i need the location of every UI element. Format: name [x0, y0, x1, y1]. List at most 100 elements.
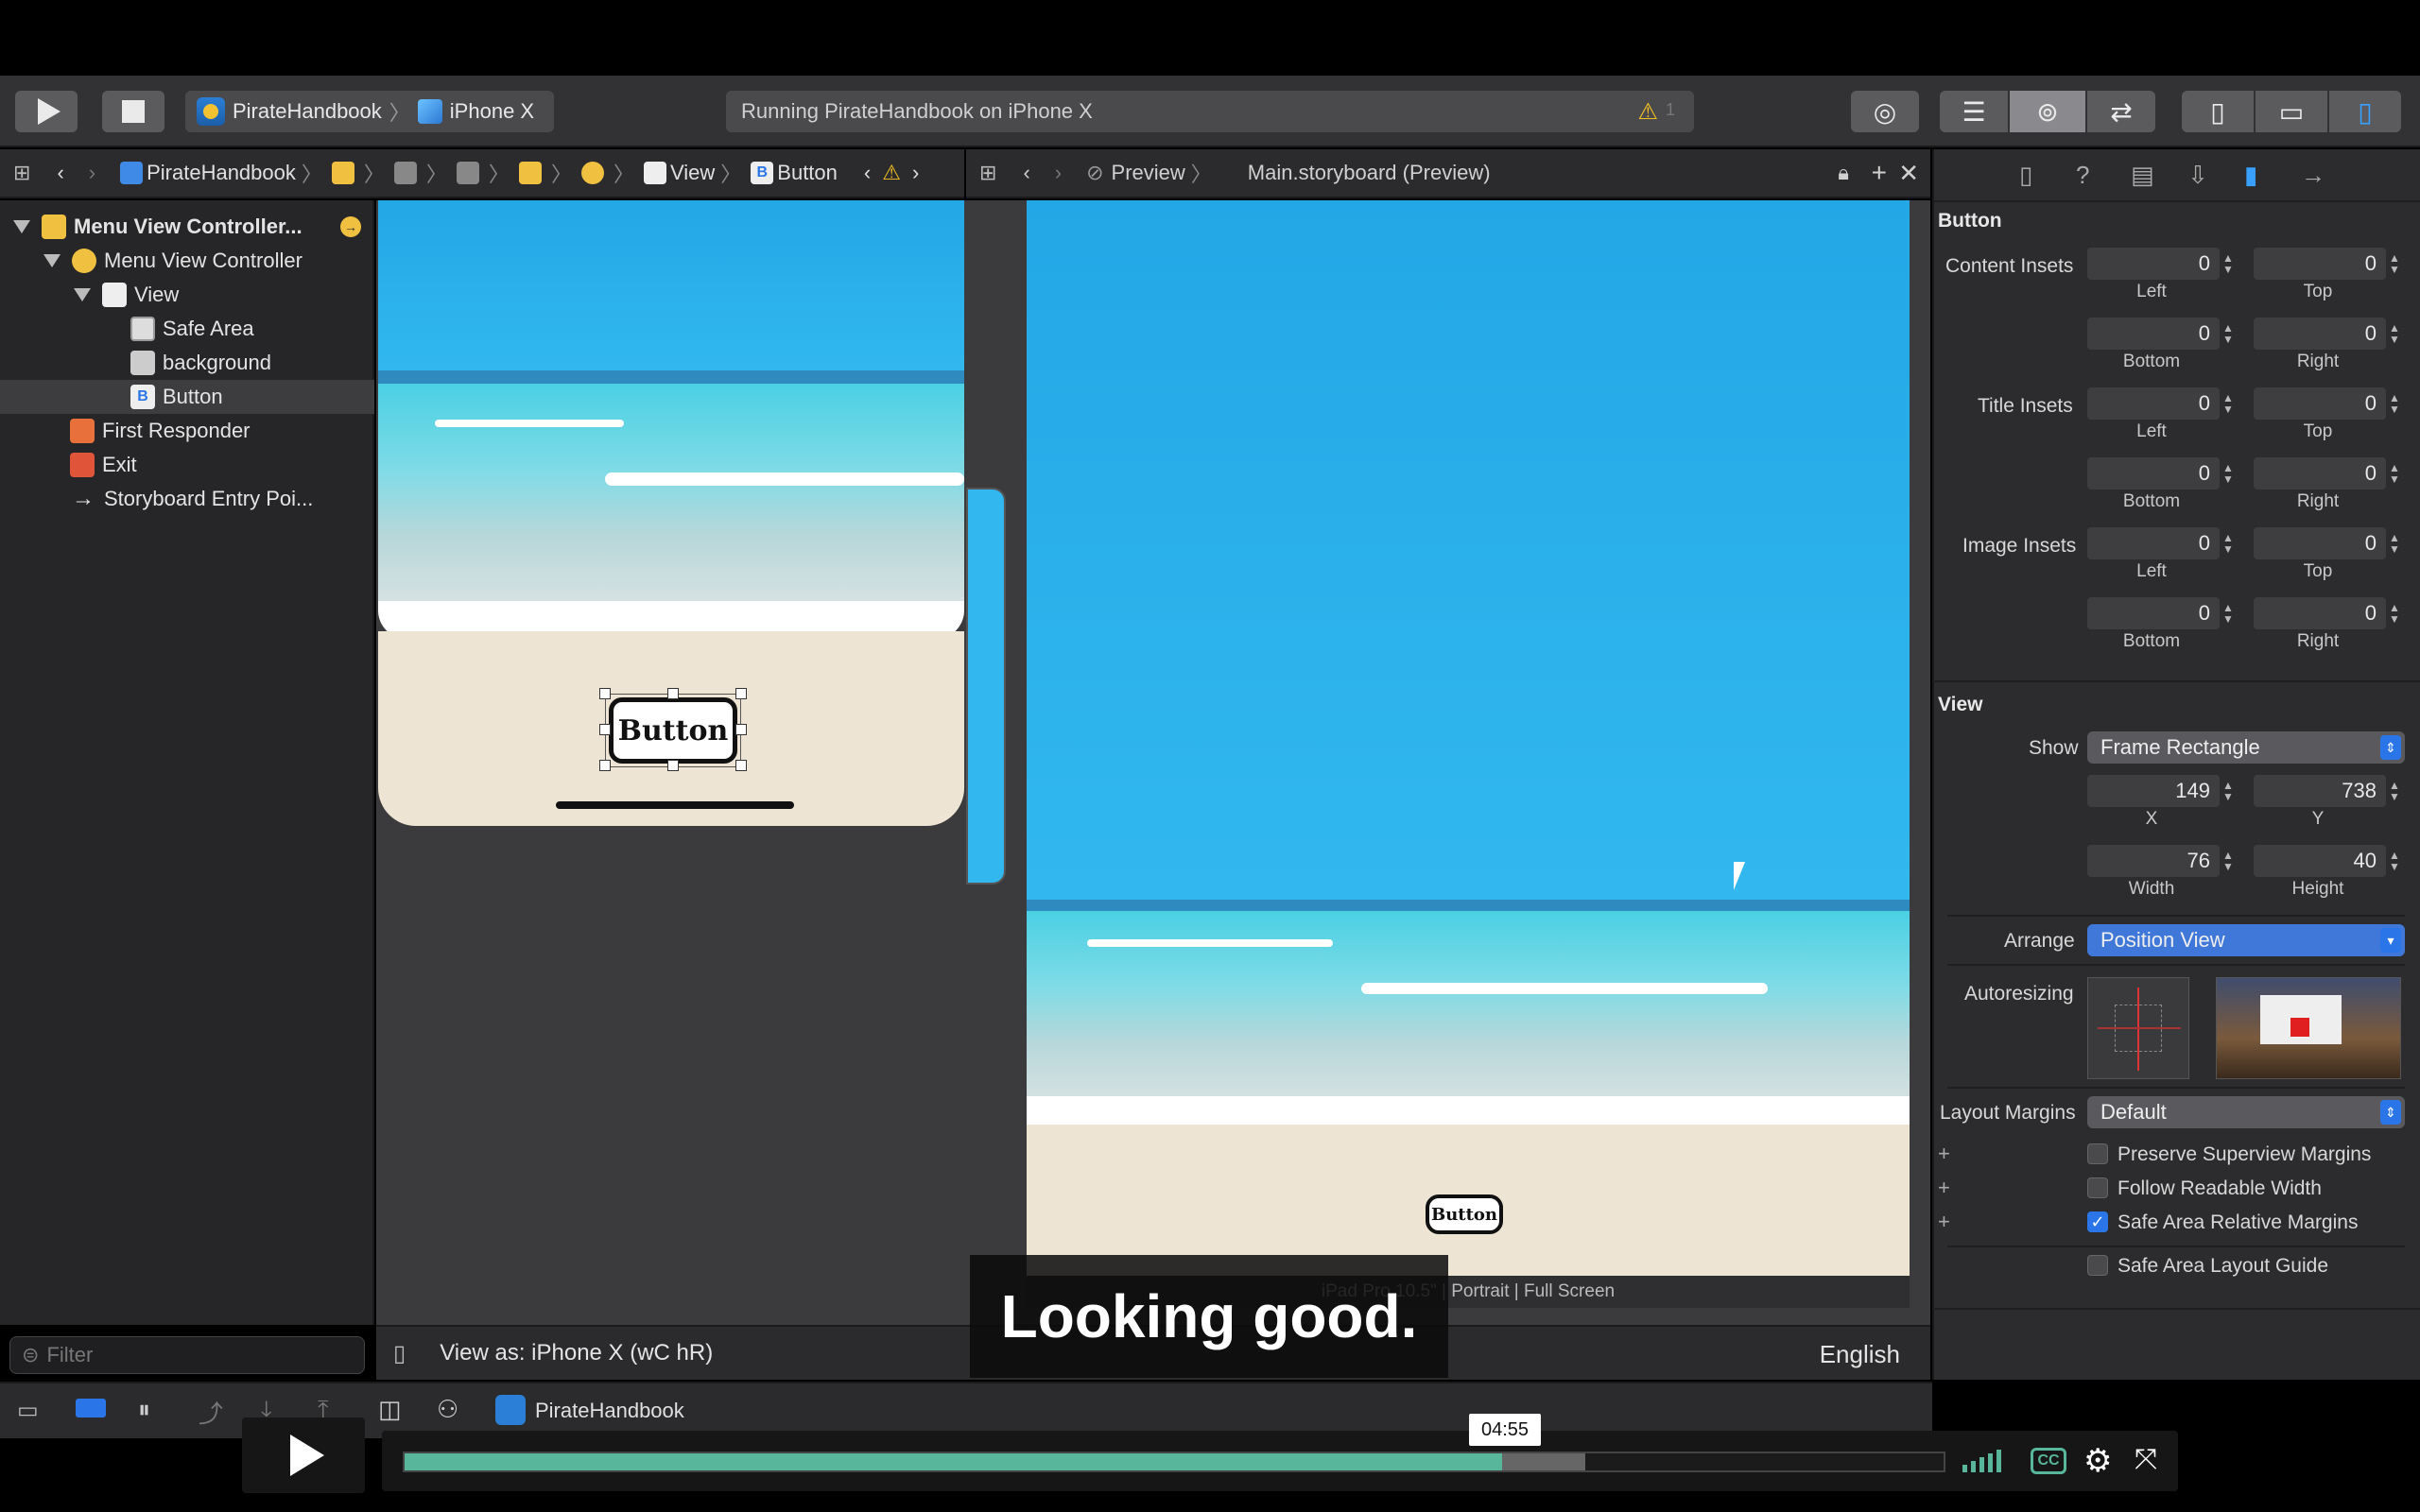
quick-help-icon[interactable]: ?	[2076, 161, 2089, 190]
back-arrow-icon[interactable]: ‹	[1023, 161, 1029, 185]
size-inspector-icon[interactable]: ▮	[2244, 161, 2257, 190]
attributes-inspector-icon[interactable]: ⇩	[2187, 161, 2208, 190]
back-arrow-icon[interactable]: ‹	[57, 161, 63, 185]
image-inset-top-field[interactable]: 0	[2254, 527, 2386, 559]
stepper[interactable]: ▲ ▼	[2388, 845, 2401, 877]
view-as-label[interactable]: View as: iPhone X (wC hR)	[440, 1340, 713, 1366]
connections-inspector-icon[interactable]: →	[2301, 161, 2325, 190]
title-inset-top-field[interactable]: 0	[2254, 387, 2386, 420]
standard-editor-button[interactable]: ☰	[1940, 91, 2008, 132]
resize-handle[interactable]	[667, 688, 679, 699]
scene-icon[interactable]	[518, 162, 542, 184]
hide-debug-area-icon[interactable]: ▭	[17, 1397, 39, 1424]
outline-item-exit[interactable]: Exit	[0, 448, 374, 482]
stepper[interactable]: ▲ ▼	[2221, 387, 2235, 420]
resize-handle[interactable]	[735, 760, 747, 771]
title-inset-bottom-field[interactable]: 0	[2087, 457, 2220, 490]
stepper[interactable]: ▲ ▼	[2388, 597, 2401, 629]
breakpoint-toggle-icon[interactable]	[76, 1399, 106, 1418]
disclosure-triangle-icon[interactable]	[43, 254, 60, 267]
run-button[interactable]	[15, 91, 78, 132]
content-inset-bottom-field[interactable]: 0	[2087, 318, 2220, 350]
scheme-selector[interactable]: PirateHandbook 〉 iPhone X	[185, 91, 554, 132]
pause-icon[interactable]: ⏸	[138, 1395, 150, 1425]
content-inset-left-field[interactable]: 0	[2087, 248, 2220, 280]
layout-margins-popup[interactable]: Default ⇕	[2087, 1096, 2405, 1128]
add-variation-icon[interactable]: +	[1938, 1142, 1950, 1166]
utilities-toggle-button[interactable]: ▯	[2329, 91, 2401, 132]
jumpbar-project[interactable]: PirateHandbook	[147, 161, 296, 185]
settings-gear-icon[interactable]: ⚙	[2083, 1442, 2112, 1480]
view-controller-icon[interactable]	[580, 162, 604, 184]
preview-file-label[interactable]: Main.storyboard (Preview)	[1248, 161, 1491, 185]
closed-captions-icon[interactable]: CC	[2031, 1448, 2066, 1474]
outline-toggle-icon[interactable]: ▯	[393, 1340, 406, 1367]
breakpoints-toggle-button[interactable]: ◎	[1851, 91, 1919, 132]
stepper[interactable]: ▲ ▼	[2221, 318, 2235, 350]
close-icon[interactable]: ✕	[1898, 159, 1919, 188]
warning-badge-icon[interactable]: →	[340, 216, 361, 237]
activity-viewer[interactable]: Running PirateHandbook on iPhone X ⚠ 1	[726, 91, 1694, 132]
stepper[interactable]: ▲ ▼	[2221, 775, 2235, 807]
lock-icon[interactable]: 🔒︎	[1838, 161, 1849, 185]
resize-handle[interactable]	[735, 688, 747, 699]
file-icon[interactable]	[393, 162, 417, 184]
image-inset-left-field[interactable]: 0	[2087, 527, 2220, 559]
image-inset-bottom-field[interactable]: 0	[2087, 597, 2220, 629]
add-icon[interactable]: +	[1872, 158, 1887, 188]
previous-issue-icon[interactable]: ‹	[864, 161, 871, 185]
image-inset-right-field[interactable]: 0	[2254, 597, 2386, 629]
frame-x-field[interactable]: 149	[2087, 775, 2220, 807]
video-play-button[interactable]	[242, 1418, 365, 1493]
disclosure-triangle-icon[interactable]	[13, 220, 30, 233]
outline-scene[interactable]: Menu View Controller... →	[0, 210, 374, 244]
resize-handle[interactable]	[599, 724, 611, 735]
stepper[interactable]: ▲ ▼	[2388, 248, 2401, 280]
outline-filter-input[interactable]: ⊜ Filter	[9, 1336, 365, 1374]
frame-width-field[interactable]: 76	[2087, 845, 2220, 877]
safe-area-relative-margins-checkbox[interactable]: ✓	[2087, 1211, 2108, 1232]
outline-item-button[interactable]: B Button	[0, 380, 374, 414]
step-over-icon[interactable]: ⤴	[199, 1395, 223, 1430]
language-selector[interactable]: English	[1820, 1340, 1900, 1369]
stepper[interactable]: ▲ ▼	[2221, 248, 2235, 280]
identity-inspector-icon[interactable]: ▤	[2131, 161, 2154, 190]
forward-arrow-icon[interactable]: ›	[1055, 161, 1062, 185]
preview-mode-label[interactable]: Preview	[1112, 161, 1185, 185]
fullscreen-icon[interactable]: ⤧	[2135, 1444, 2157, 1476]
jumpbar-view[interactable]: View	[670, 161, 715, 185]
follow-readable-width-checkbox[interactable]	[2087, 1177, 2108, 1198]
outline-item-safe-area[interactable]: Safe Area	[0, 312, 374, 346]
add-variation-icon[interactable]: +	[1938, 1176, 1950, 1200]
assistant-editor-button[interactable]: ⊚	[2010, 91, 2085, 132]
title-inset-right-field[interactable]: 0	[2254, 457, 2386, 490]
outline-item-view[interactable]: View	[0, 278, 374, 312]
debug-target-label[interactable]: PirateHandbook	[535, 1399, 684, 1423]
warning-icon[interactable]: ⚠	[882, 161, 901, 185]
stepper[interactable]: ▲ ▼	[2221, 457, 2235, 490]
outline-item-view-controller[interactable]: Menu View Controller	[0, 244, 374, 278]
stepper[interactable]: ▲ ▼	[2388, 775, 2401, 807]
volume-icon[interactable]	[1962, 1448, 2001, 1472]
folder-icon[interactable]	[331, 162, 354, 184]
next-issue-icon[interactable]: ›	[912, 161, 919, 185]
storyboard-file-icon[interactable]	[456, 162, 479, 184]
add-variation-icon[interactable]: +	[1938, 1210, 1950, 1234]
stop-button[interactable]	[102, 91, 164, 132]
content-inset-top-field[interactable]: 0	[2254, 248, 2386, 280]
stepper[interactable]: ▲ ▼	[2388, 457, 2401, 490]
stepper[interactable]: ▲ ▼	[2221, 845, 2235, 877]
resize-handle[interactable]	[599, 688, 611, 699]
arrange-popup[interactable]: Position View ▾	[2087, 924, 2405, 956]
safe-area-layout-guide-checkbox[interactable]	[2087, 1255, 2108, 1276]
file-inspector-icon[interactable]: ▯	[2019, 161, 2032, 190]
resize-handle[interactable]	[735, 724, 747, 735]
autoresizing-mask-editor[interactable]	[2087, 977, 2189, 1079]
stepper[interactable]: ▲ ▼	[2221, 527, 2235, 559]
resize-handle[interactable]	[667, 760, 679, 771]
title-inset-left-field[interactable]: 0	[2087, 387, 2220, 420]
frame-height-field[interactable]: 40	[2254, 845, 2386, 877]
outline-item-first-responder[interactable]: First Responder	[0, 414, 374, 448]
stepper[interactable]: ▲ ▼	[2388, 387, 2401, 420]
related-items-icon[interactable]: ⊞	[979, 161, 996, 185]
